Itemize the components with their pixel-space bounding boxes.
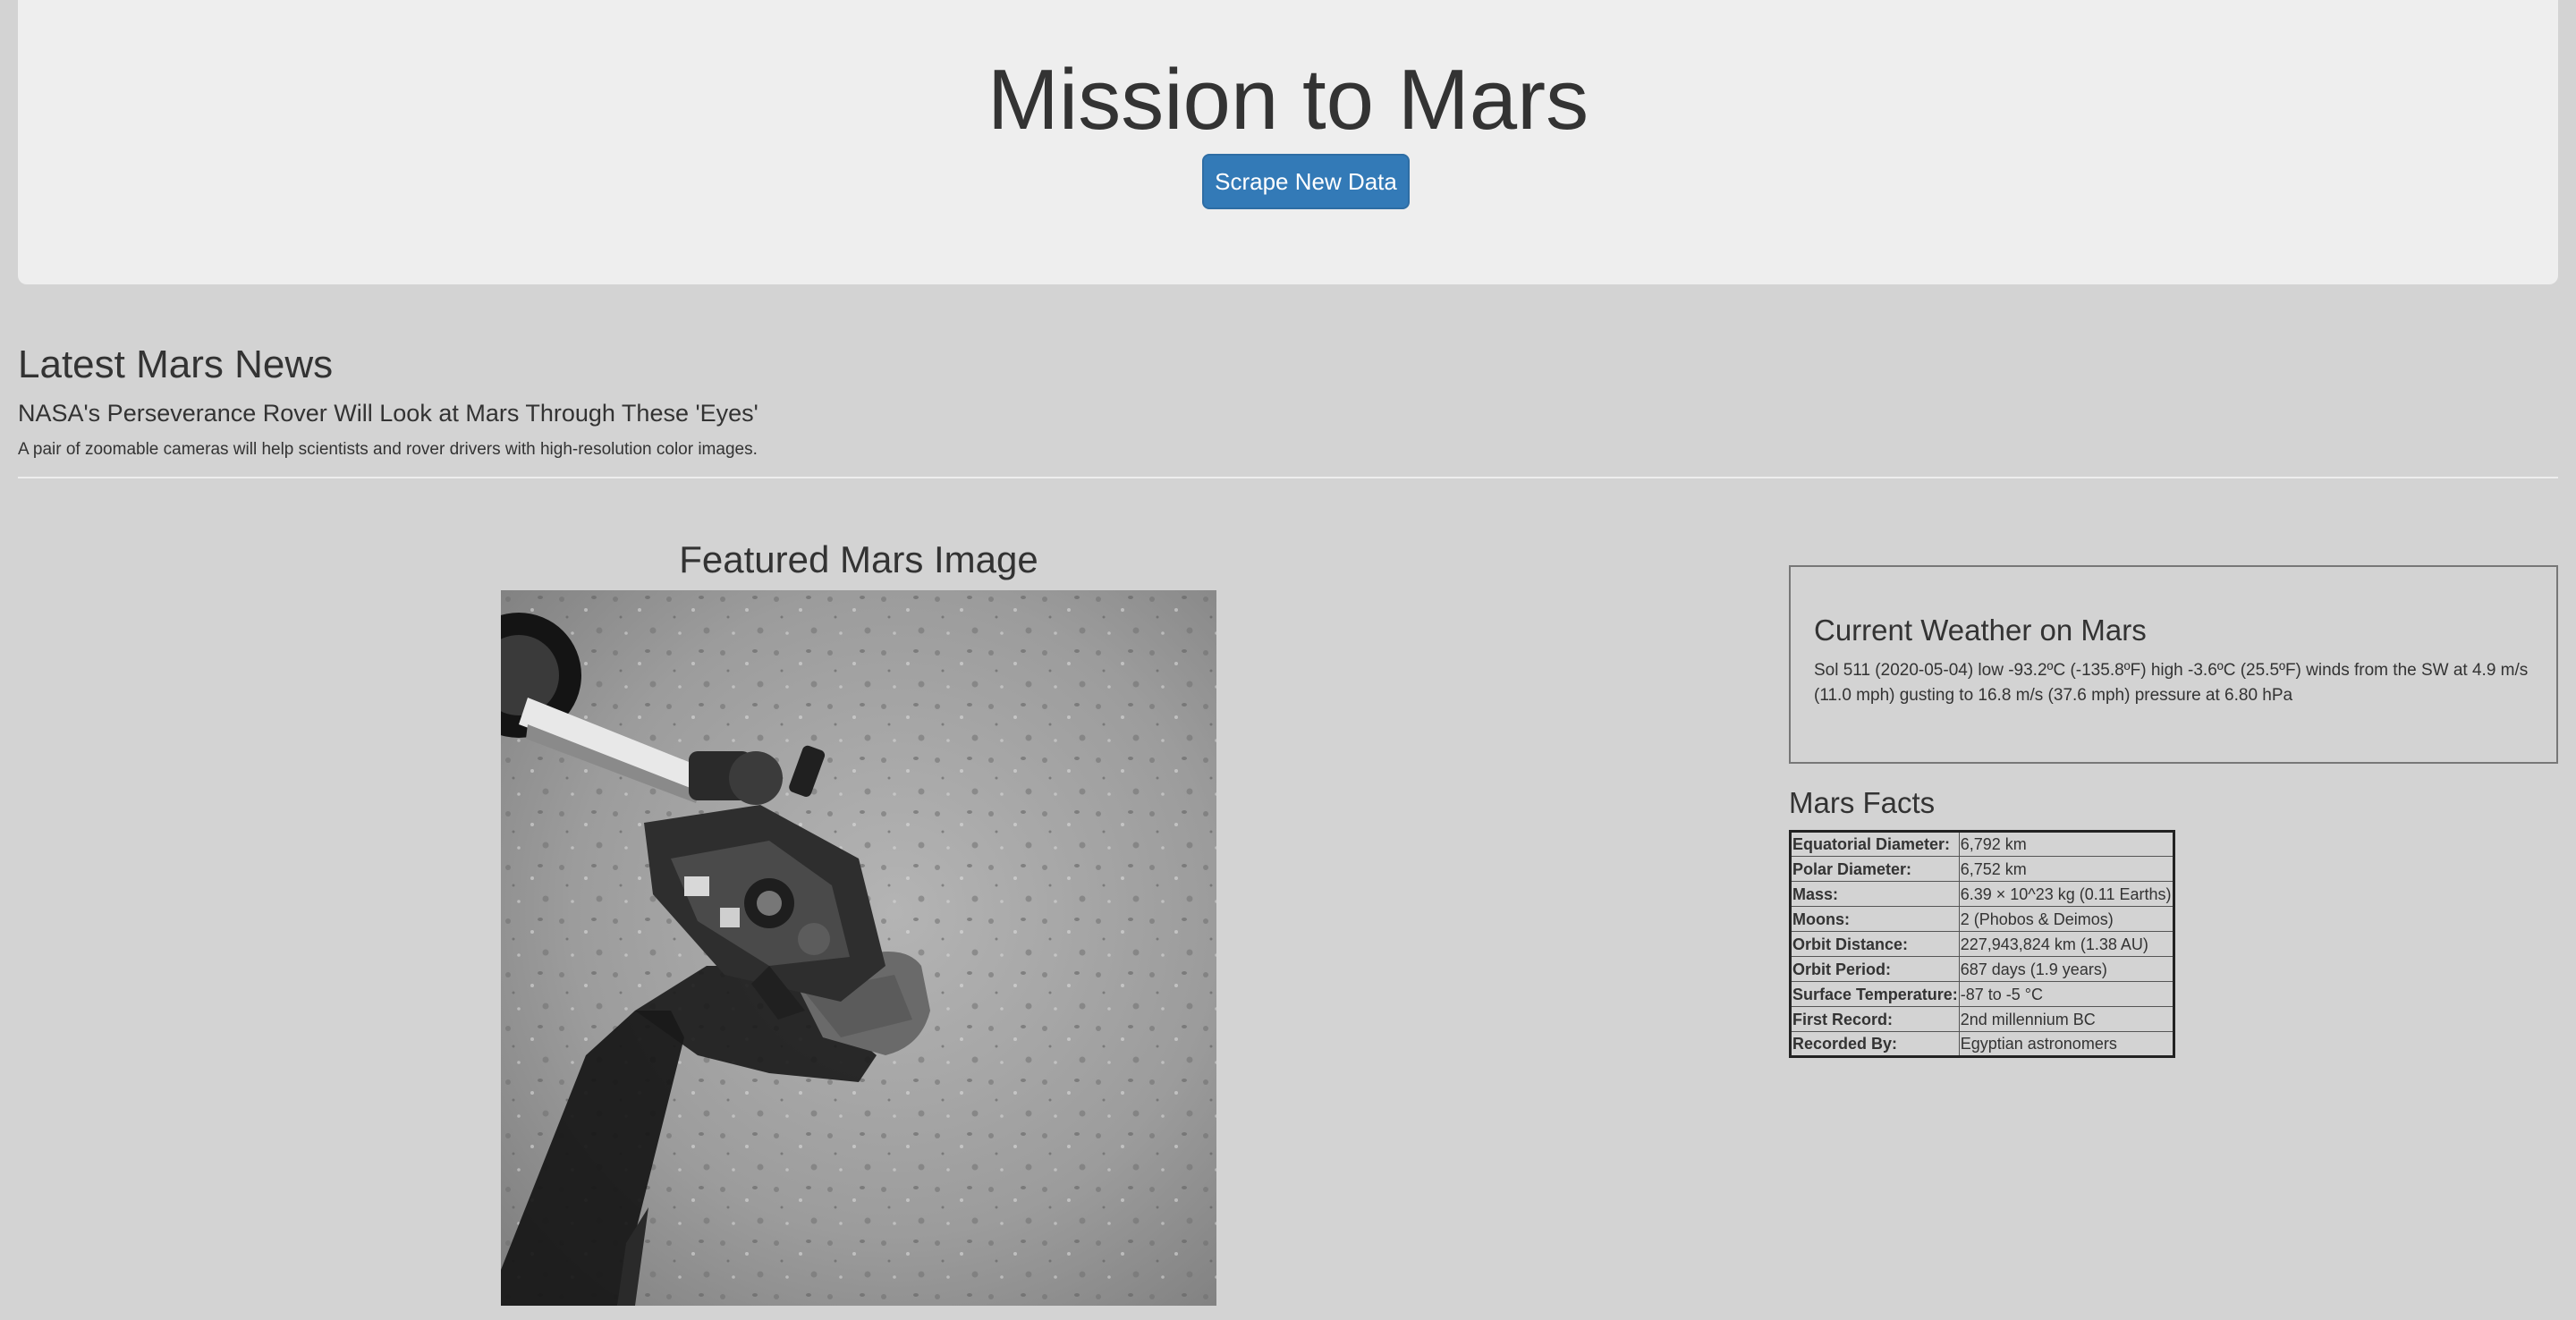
news-teaser: A pair of zoomable cameras will help sci… — [18, 440, 758, 459]
fact-value: 6,792 km — [1958, 831, 2174, 857]
featured-mars-image — [501, 590, 1216, 1306]
header-jumbotron: Mission to Mars Scrape New Data — [18, 0, 2558, 284]
fact-label: Equatorial Diameter: — [1790, 831, 1960, 857]
fact-value: 2 (Phobos & Deimos) — [1958, 906, 2174, 932]
fact-label: Surface Temperature: — [1790, 981, 1960, 1007]
weather-panel: Current Weather on Mars Sol 511 (2020-05… — [1789, 565, 2558, 764]
weather-heading: Current Weather on Mars — [1814, 613, 2147, 647]
fact-label: First Record: — [1790, 1006, 1960, 1032]
scrape-new-data-button[interactable]: Scrape New Data — [1202, 154, 1410, 209]
page-title: Mission to Mars — [987, 52, 1589, 148]
fact-label: Mass: — [1790, 881, 1960, 907]
fact-value: 6.39 × 10^23 kg (0.11 Earths) — [1958, 881, 2174, 907]
fact-value: 227,943,824 km (1.38 AU) — [1958, 931, 2174, 957]
news-heading: Latest Mars News — [18, 343, 334, 386]
weather-report: Sol 511 (2020-05-04) low -93.2ºC (-135.8… — [1814, 661, 2529, 705]
table-row: Mass: 6.39 × 10^23 kg (0.11 Earths) — [1790, 881, 2174, 907]
table-row: Moons: 2 (Phobos & Deimos) — [1790, 906, 2174, 932]
table-row: Equatorial Diameter: 6,792 km — [1790, 831, 2174, 857]
table-row: Orbit Period: 687 days (1.9 years) — [1790, 956, 2174, 982]
fact-label: Polar Diameter: — [1790, 856, 1960, 882]
news-title: NASA's Perseverance Rover Will Look at M… — [18, 400, 758, 427]
table-row: Orbit Distance: 227,943,824 km (1.38 AU) — [1790, 931, 2174, 957]
table-row: Surface Temperature: -87 to -5 °C — [1790, 981, 2174, 1007]
rover-photo — [501, 590, 1216, 1306]
table-row: Polar Diameter: 6,752 km — [1790, 856, 2174, 882]
table-row: First Record: 2nd millennium BC — [1790, 1006, 2174, 1032]
fact-label: Orbit Distance: — [1790, 931, 1960, 957]
mars-facts-table: Equatorial Diameter: 6,792 km Polar Diam… — [1789, 830, 2175, 1058]
mars-facts-section: Mars Facts Equatorial Diameter: 6,792 km… — [1789, 783, 2175, 1058]
fact-value: 2nd millennium BC — [1958, 1006, 2174, 1032]
fact-label: Moons: — [1790, 906, 1960, 932]
fact-value: -87 to -5 °C — [1958, 981, 2174, 1007]
section-divider — [18, 477, 2558, 478]
fact-label: Recorded By: — [1790, 1031, 1960, 1057]
featured-image-section: Featured Mars Image — [18, 533, 1699, 1306]
table-row: Recorded By: Egyptian astronomers — [1790, 1031, 2174, 1057]
fact-value: 6,752 km — [1958, 856, 2174, 882]
mars-facts-heading: Mars Facts — [1789, 786, 1936, 819]
fact-label: Orbit Period: — [1790, 956, 1960, 982]
featured-image-heading: Featured Mars Image — [679, 538, 1038, 580]
news-section: Latest Mars News NASA's Perseverance Rov… — [18, 338, 2558, 461]
fact-value: 687 days (1.9 years) — [1958, 956, 2174, 982]
fact-value: Egyptian astronomers — [1958, 1031, 2174, 1057]
